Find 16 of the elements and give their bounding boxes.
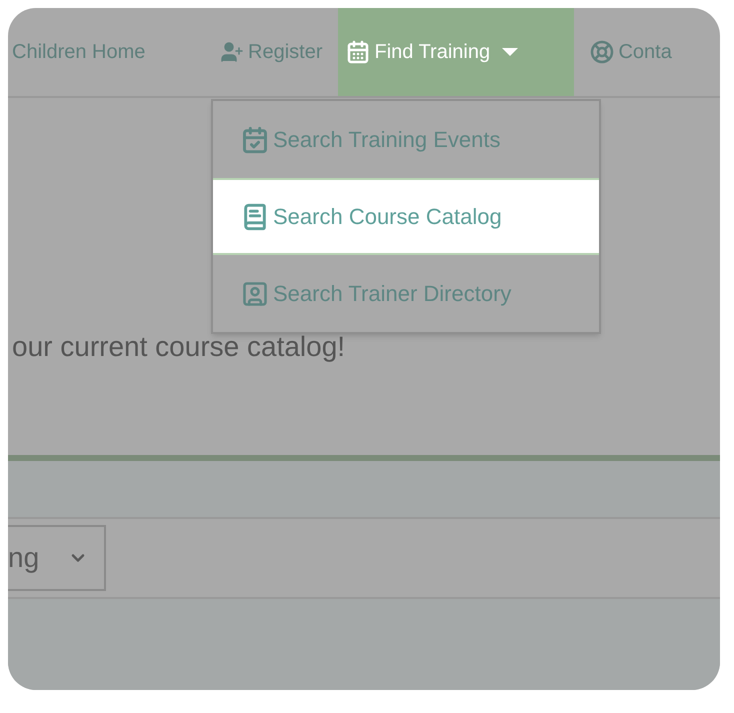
- calendar-check-icon: [241, 126, 269, 154]
- nav-link[interactable]: Conta: [574, 8, 688, 96]
- nav-link[interactable]: Children Home: [8, 8, 204, 96]
- dropdown-item[interactable]: Search Trainer Directory: [213, 255, 599, 332]
- nav-link[interactable]: Register: [204, 8, 338, 96]
- user-plus-icon: [220, 40, 244, 64]
- calendar-icon: [346, 40, 370, 64]
- dropdown-item[interactable]: Search Training Events: [213, 101, 599, 178]
- dropdown-item[interactable]: Search Course Catalog: [213, 178, 599, 255]
- lifebuoy-icon: [590, 40, 614, 64]
- nav-link[interactable]: Find Training: [338, 8, 574, 96]
- intro-text: our current course catalog!: [11, 330, 346, 364]
- caret-icon: [502, 48, 518, 56]
- book-icon: [241, 202, 269, 230]
- contact-card-icon: [241, 280, 269, 308]
- sort-select[interactable]: ng: [8, 525, 106, 591]
